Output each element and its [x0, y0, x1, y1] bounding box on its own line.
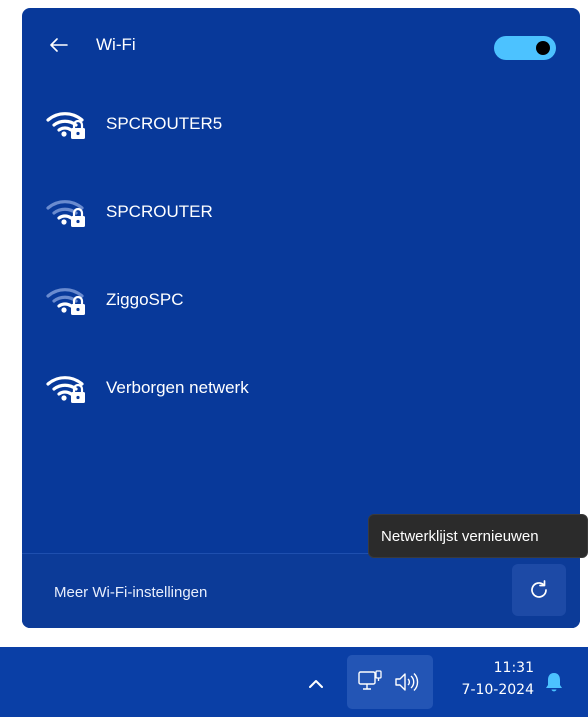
network-item[interactable]: SPCROUTER5	[22, 80, 580, 168]
network-name: SPCROUTER	[106, 202, 213, 221]
chevron-up-icon	[309, 679, 323, 688]
refresh-icon	[531, 580, 547, 598]
back-button[interactable]	[46, 32, 72, 58]
clock-date: 7-10-2024	[461, 682, 534, 698]
more-wifi-settings-link[interactable]: Meer Wi-Fi-instellingen	[54, 584, 207, 601]
panel-title: Wi-Fi	[96, 35, 136, 54]
toggle-knob	[536, 41, 550, 55]
clock-time: 11:31	[493, 660, 534, 676]
network-item[interactable]: SPCROUTER	[22, 168, 580, 256]
clock-date-button[interactable]: 11:31 7-10-2024	[440, 657, 534, 707]
network-name: Verborgen netwerk	[106, 378, 249, 397]
network-volume-button[interactable]	[347, 655, 433, 709]
wifi-secured-icon	[46, 288, 85, 315]
network-item[interactable]: Verborgen netwerk	[22, 344, 580, 432]
wifi-panel-header: Wi-Fi	[22, 8, 580, 80]
wifi-secured-icon	[46, 376, 85, 403]
network-name: ZiggoSPC	[106, 290, 184, 309]
refresh-button[interactable]	[512, 564, 566, 616]
arrow-left-icon	[50, 38, 68, 52]
network-name: SPCROUTER5	[106, 114, 223, 133]
refresh-tooltip: Netwerklijst vernieuwen	[368, 514, 588, 558]
network-item[interactable]: ZiggoSPC	[22, 256, 580, 344]
wifi-secured-icon	[46, 112, 85, 139]
bell-icon[interactable]	[543, 670, 565, 694]
show-hidden-icons-button[interactable]	[300, 669, 332, 697]
wifi-toggle[interactable]	[494, 36, 556, 60]
speaker-icon	[395, 673, 419, 691]
network-wired-icon	[358, 670, 382, 690]
wifi-secured-icon	[46, 200, 85, 227]
taskbar: 11:31 7-10-2024	[0, 647, 588, 717]
wifi-panel-footer: Meer Wi-Fi-instellingen	[22, 553, 580, 628]
network-list: SPCROUTER5 SPCROUTER ZiggoSPC Verborgen …	[22, 80, 580, 432]
screen: Wi-Fi SPCROUTER5 SPCROUTER ZiggoSPC Verb…	[0, 0, 588, 717]
